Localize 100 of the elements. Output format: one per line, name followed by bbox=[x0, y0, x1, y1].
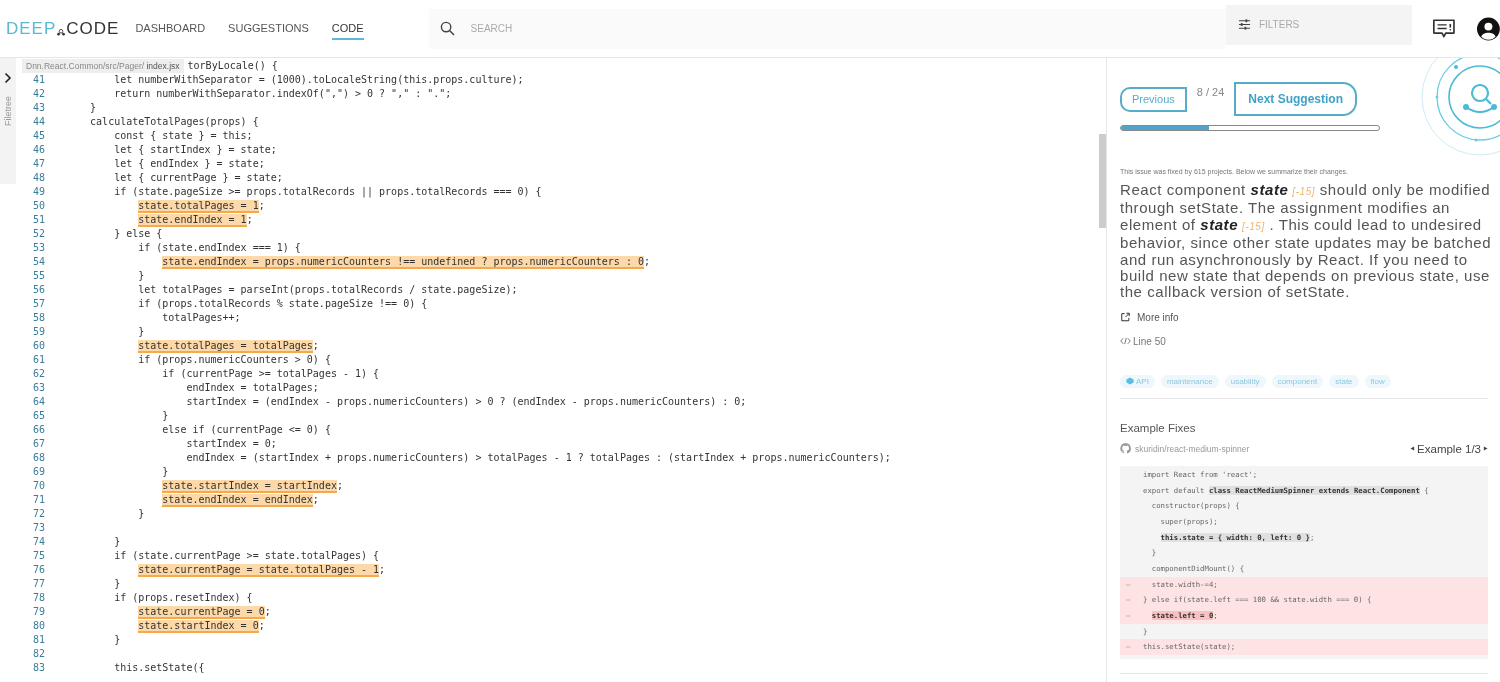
nav-tab[interactable]: CODE bbox=[331, 17, 364, 40]
line-number: 72 bbox=[33, 508, 46, 519]
line-number: 47 bbox=[33, 158, 46, 169]
line-number: 60 bbox=[33, 340, 46, 351]
suggestion-counter: 8 / 24 bbox=[1196, 86, 1225, 98]
line-number: 69 bbox=[33, 466, 46, 477]
tag[interactable]: maintenance bbox=[1160, 374, 1219, 388]
code-line: if (currentPage >= totalPages - 1) { bbox=[161, 367, 380, 381]
filters-field[interactable]: FILTERS bbox=[1258, 4, 1413, 45]
previous-example-icon[interactable] bbox=[1410, 446, 1416, 452]
code-line: state.startIndex = startIndex; bbox=[161, 479, 343, 493]
code-line: let numberWithSeparator = (1000).toLocaleString(this.props.culture); bbox=[113, 73, 524, 87]
code-line: endIndex = (startIndex + props.numericCounters) > totalPages - 1 ? totalPages : (startIndex + props.numericCounters); bbox=[185, 451, 891, 465]
code-line: let { endIndex } = state; bbox=[113, 157, 265, 171]
code-line: startIndex = (endIndex - props.numericCounters) > 0 ? (endIndex - props.numericCounters) : 0; bbox=[185, 395, 747, 409]
filters-bar[interactable]: FILTERS bbox=[1225, 4, 1413, 45]
line-number: 50 bbox=[33, 200, 46, 211]
filetree-panel[interactable]: Filetree bbox=[0, 58, 16, 184]
code-line: let { startIndex } = state; bbox=[113, 143, 277, 157]
code-line: if (props.resetIndex) { bbox=[113, 591, 253, 605]
repository-link[interactable]: skuridin/react-medium-spinner bbox=[1120, 443, 1250, 455]
more-info-link[interactable]: More info bbox=[1120, 311, 1179, 323]
code-line: } bbox=[161, 465, 169, 479]
tag[interactable]: flow bbox=[1364, 374, 1391, 388]
code-line: state.endIndex = endIndex; bbox=[161, 493, 319, 507]
line-number: 41 bbox=[33, 74, 46, 85]
code-line: } bbox=[137, 269, 145, 283]
code-line: let totalPages = parseInt(props.totalRecords / state.pageSize); bbox=[137, 283, 518, 297]
external-link-icon bbox=[1120, 312, 1131, 323]
line-number: 70 bbox=[33, 480, 46, 491]
line-number: 78 bbox=[33, 592, 46, 603]
code-line: state.currentPage = 0; bbox=[137, 605, 271, 619]
line-link[interactable]: Line 50 bbox=[1120, 335, 1166, 347]
code-line: startIndex = 0; bbox=[185, 437, 277, 451]
line-number: 79 bbox=[33, 606, 46, 617]
line-number: 57 bbox=[33, 298, 46, 309]
line-number: 44 bbox=[33, 116, 46, 127]
previous-button[interactable]: Previous bbox=[1120, 86, 1187, 112]
code-line: } bbox=[137, 325, 145, 339]
code-line: } else { bbox=[113, 227, 163, 241]
example-counter: Example 1/3 bbox=[1417, 442, 1481, 455]
tag[interactable]: component bbox=[1271, 374, 1324, 388]
code-line: else if (currentPage <= 0) { bbox=[161, 423, 331, 437]
code-line: if (state.pageSize >= props.totalRecords || props.totalRecords === 0) { bbox=[113, 185, 542, 199]
code-line: state.totalPages = 1; bbox=[137, 199, 265, 213]
code-line: state.currentPage = state.totalPages - 1; bbox=[137, 563, 386, 577]
code-line: if (props.numericCounters > 0) { bbox=[137, 353, 331, 367]
line-number: 53 bbox=[33, 242, 46, 253]
code-line: totalPages++; bbox=[161, 311, 241, 325]
code-line: endIndex = totalPages; bbox=[185, 381, 319, 395]
avatar-icon[interactable] bbox=[1477, 16, 1500, 41]
scrollbar-thumb[interactable] bbox=[1099, 134, 1106, 228]
code-line: return numberWithSeparator.indexOf(",") > 0 ? "," : "."; bbox=[113, 87, 452, 101]
line-number: 45 bbox=[33, 130, 46, 141]
tag[interactable]: API bbox=[1120, 374, 1155, 388]
line-number: 74 bbox=[33, 536, 46, 547]
code-icon bbox=[1120, 336, 1131, 347]
code-line: } bbox=[89, 101, 97, 115]
logo: DEEP CODE bbox=[6, 18, 120, 39]
nodes-icon bbox=[56, 28, 67, 37]
line-number: 81 bbox=[33, 634, 46, 645]
code-line: state.endIndex = 1; bbox=[137, 213, 253, 227]
line-number: 59 bbox=[33, 326, 46, 337]
code-line: } bbox=[113, 577, 121, 591]
nav-tab[interactable]: DASHBOARD bbox=[135, 17, 206, 40]
line-number: 76 bbox=[33, 564, 46, 575]
nav-tab[interactable]: SUGGESTIONS bbox=[228, 17, 309, 40]
line-number: 80 bbox=[33, 620, 46, 631]
line-number: 54 bbox=[33, 256, 46, 267]
code-line: } bbox=[113, 535, 121, 549]
line-number: 67 bbox=[33, 438, 46, 449]
feedback-icon[interactable] bbox=[1432, 18, 1457, 39]
github-icon bbox=[1120, 443, 1131, 455]
file-path: Dnn.React.Common/src/Pager/ index.jsx bbox=[22, 59, 184, 73]
filetree-label: Filetree bbox=[3, 96, 13, 126]
code-line: const { state } = this; bbox=[113, 129, 253, 143]
chevron-right-icon[interactable] bbox=[4, 72, 12, 84]
line-number: 75 bbox=[33, 550, 46, 561]
section-title: Example Fixes bbox=[1120, 421, 1197, 434]
hexagon-icon bbox=[1126, 377, 1134, 386]
line-number: 58 bbox=[33, 312, 46, 323]
line-number: 55 bbox=[33, 270, 46, 281]
code-line: if (props.totalRecords % state.pageSize !== 0) { bbox=[137, 297, 428, 311]
line-number: 64 bbox=[33, 396, 46, 407]
line-number: 82 bbox=[33, 648, 46, 659]
line-number: 51 bbox=[33, 214, 46, 225]
line-number: 61 bbox=[33, 354, 46, 365]
code-line: if (state.endIndex === 1) { bbox=[137, 241, 301, 255]
next-suggestion-button[interactable]: Next Suggestion bbox=[1234, 82, 1357, 116]
tag[interactable]: state bbox=[1329, 374, 1359, 388]
sliders-icon bbox=[1237, 18, 1251, 31]
code-line: } bbox=[161, 409, 169, 423]
line-number: 63 bbox=[33, 382, 46, 393]
next-example-icon[interactable] bbox=[1483, 446, 1488, 452]
line-number: 46 bbox=[33, 144, 46, 155]
tag[interactable]: usability bbox=[1224, 374, 1266, 388]
line-number: 66 bbox=[33, 424, 46, 435]
code-line: state.startIndex = 0; bbox=[137, 619, 265, 633]
line-number: 48 bbox=[33, 172, 46, 183]
code-line: torByLocale() { bbox=[187, 59, 278, 73]
